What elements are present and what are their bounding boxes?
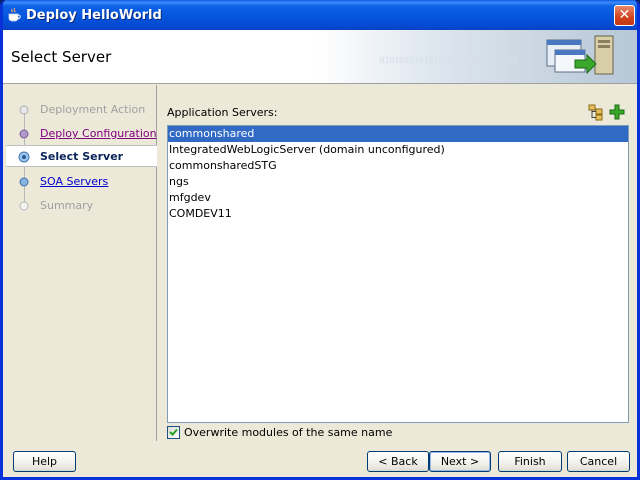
title-bar: Deploy HelloWorld ✕ bbox=[3, 0, 637, 30]
nav-step-label[interactable]: Deploy Configuration bbox=[40, 127, 157, 140]
step-visited-icon bbox=[19, 129, 29, 139]
header-binary-decoration: 0101010101010101010101010101 bbox=[379, 56, 517, 66]
server-list-item[interactable]: mfgdev bbox=[168, 190, 628, 206]
help-button[interactable]: Help bbox=[13, 451, 76, 472]
nav-step-label: Deployment Action bbox=[40, 103, 146, 116]
cancel-button[interactable]: Cancel bbox=[567, 451, 630, 472]
java-cup-icon bbox=[8, 7, 21, 22]
deploy-wizard-graphic-icon bbox=[546, 35, 614, 75]
close-icon: ✕ bbox=[618, 7, 631, 23]
application-servers-list[interactable]: commonshared IntegratedWebLogicServer (d… bbox=[167, 125, 629, 423]
nav-step-deployment-action: Deployment Action bbox=[6, 99, 157, 121]
application-servers-label: Application Servers: bbox=[167, 106, 278, 119]
nav-step-summary: Summary bbox=[6, 195, 157, 217]
nav-step-soa-servers[interactable]: SOA Servers bbox=[6, 171, 157, 193]
overwrite-modules-checkbox[interactable] bbox=[167, 426, 180, 439]
step-pending-icon bbox=[19, 177, 29, 187]
nav-step-label: Summary bbox=[40, 199, 94, 212]
server-list-item[interactable]: commonshared bbox=[168, 126, 628, 142]
wizard-steps-nav: Deployment Action Deploy Configuration S… bbox=[6, 85, 157, 441]
nav-step-deploy-configuration[interactable]: Deploy Configuration bbox=[6, 123, 157, 145]
step-done-icon bbox=[19, 105, 29, 115]
nav-step-label[interactable]: SOA Servers bbox=[40, 175, 108, 188]
next-button[interactable]: Next > bbox=[429, 451, 491, 472]
nav-step-label: Select Server bbox=[40, 150, 124, 163]
server-list-item[interactable]: ngs bbox=[168, 174, 628, 190]
window-title: Deploy HelloWorld bbox=[26, 8, 162, 23]
checkmark-icon bbox=[169, 428, 178, 436]
add-icon[interactable] bbox=[608, 103, 626, 121]
page-title: Select Server bbox=[11, 48, 112, 66]
server-list-item[interactable]: commonsharedSTG bbox=[168, 158, 628, 174]
nav-step-select-server: Select Server bbox=[6, 145, 157, 167]
wizard-header: 0101010101010101010101010101 Select Serv… bbox=[3, 30, 637, 84]
step-disabled-icon bbox=[19, 201, 29, 211]
step-current-icon bbox=[18, 151, 30, 163]
finish-button[interactable]: Finish bbox=[498, 451, 562, 472]
close-button[interactable]: ✕ bbox=[614, 5, 635, 26]
overwrite-modules-label: Overwrite modules of the same name bbox=[184, 426, 393, 439]
deploy-dialog: Deploy HelloWorld ✕ 01010101010101010101… bbox=[0, 0, 640, 480]
server-hierarchy-icon[interactable] bbox=[587, 103, 605, 121]
back-button[interactable]: < Back bbox=[367, 451, 429, 472]
server-list-item[interactable]: IntegratedWebLogicServer (domain unconfi… bbox=[168, 142, 628, 158]
server-list-item[interactable]: COMDEV11 bbox=[168, 206, 628, 222]
